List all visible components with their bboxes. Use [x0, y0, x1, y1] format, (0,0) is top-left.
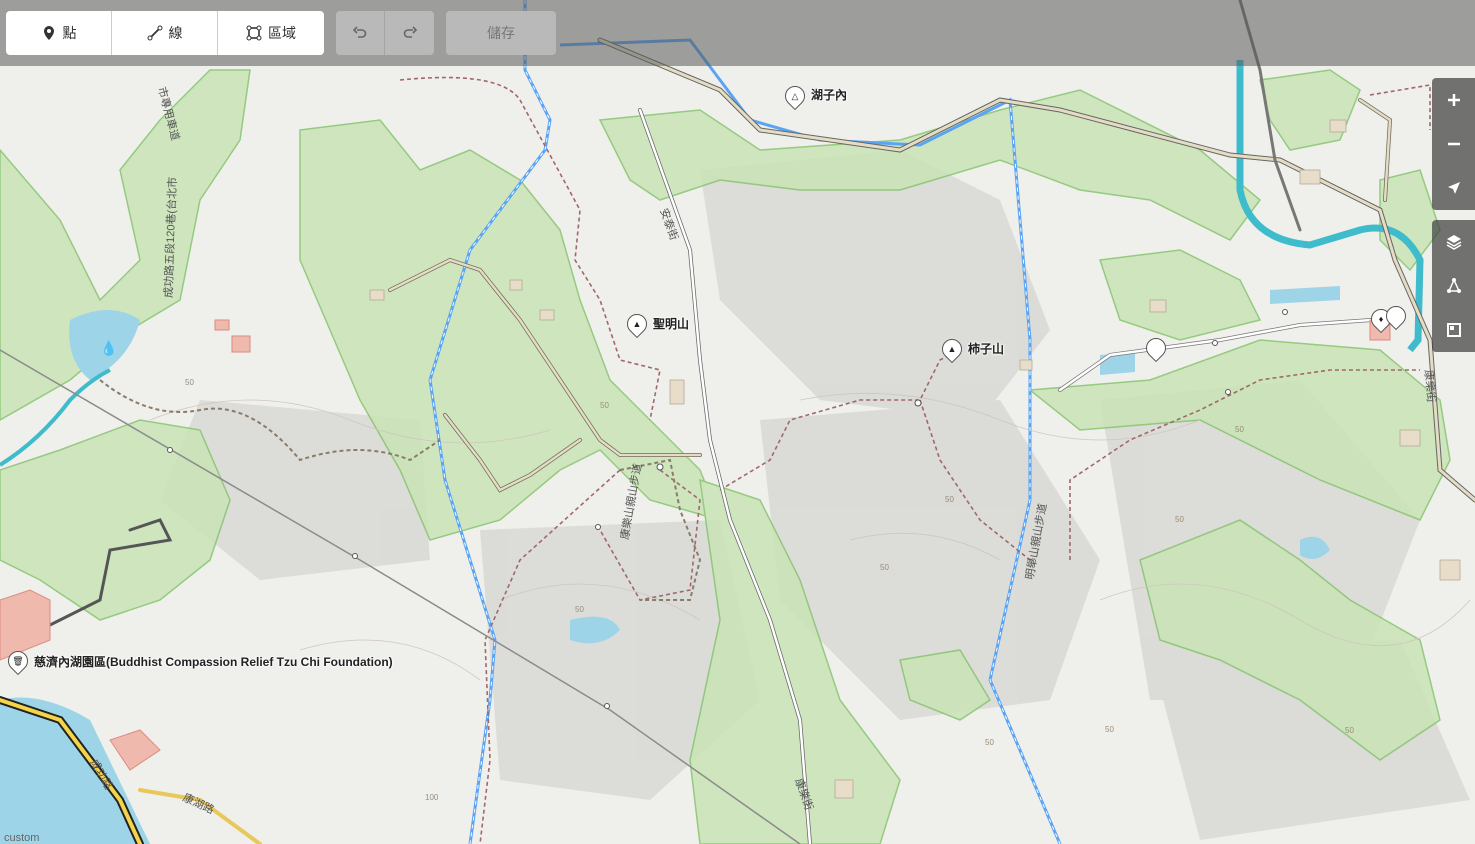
place-label-shengmingshan: 聖明山: [653, 317, 690, 331]
add-feature-group: 點 線 區域: [6, 11, 324, 55]
add-line-label: 線: [168, 25, 183, 41]
history-group: [336, 11, 434, 55]
add-area-label: 區域: [268, 25, 296, 41]
zoom-in-button[interactable]: [1432, 78, 1475, 122]
svg-text:50: 50: [1175, 515, 1184, 524]
zoom-controls: [1432, 78, 1475, 210]
layers-icon: [1446, 235, 1461, 250]
svg-text:50: 50: [185, 378, 194, 387]
undo-icon: [352, 26, 367, 38]
add-point-label: 點: [62, 25, 77, 41]
map-canvas[interactable]: 505050 505050 5010050 5050 成功路五段120巷(台北市…: [0, 0, 1475, 844]
issues-button[interactable]: [1432, 308, 1475, 352]
marker-icon: [1150, 342, 1162, 354]
svg-text:100: 100: [425, 793, 439, 802]
place-label-huzinei: 湖子內: [811, 88, 848, 102]
plus-icon: [1447, 94, 1460, 106]
svg-text:50: 50: [985, 738, 994, 747]
redo-icon: [403, 26, 417, 38]
map-data-icon: [1446, 278, 1461, 293]
peak-icon: ▲: [947, 344, 957, 354]
zoom-out-button[interactable]: [1432, 122, 1475, 166]
svg-text:50: 50: [1105, 725, 1114, 734]
layers-button[interactable]: [1432, 220, 1475, 264]
peak-icon: ▲: [632, 319, 642, 329]
svg-text:50: 50: [1235, 425, 1244, 434]
map-pin-icon: [43, 26, 54, 40]
add-area-button[interactable]: 區域: [218, 11, 324, 55]
area-icon: [246, 25, 262, 41]
minus-icon: [1447, 142, 1460, 146]
redo-button[interactable]: [385, 11, 434, 55]
map-attribution: custom: [4, 832, 40, 844]
triangle-outline-icon: △: [791, 90, 799, 101]
save-button[interactable]: 儲存: [446, 11, 556, 55]
map-data-button[interactable]: [1432, 264, 1475, 308]
line-icon: [147, 25, 162, 41]
bin-icon: 🗑: [12, 655, 24, 666]
svg-text:50: 50: [575, 605, 584, 614]
place-label-tzuchi: 慈濟內湖園區(Buddhist Compassion Relief Tzu Ch…: [34, 655, 393, 669]
add-line-button[interactable]: 線: [112, 11, 218, 55]
svg-text:50: 50: [880, 563, 889, 572]
svg-text:50: 50: [1345, 726, 1354, 735]
geolocate-button[interactable]: [1432, 166, 1475, 210]
inspect-icon: [1446, 323, 1461, 337]
svg-text:50: 50: [600, 401, 609, 410]
location-arrow-icon: [1447, 182, 1460, 194]
add-point-button[interactable]: 點: [6, 11, 112, 55]
marker-icon: [1390, 310, 1402, 322]
undo-button[interactable]: [336, 11, 385, 55]
svg-text:50: 50: [945, 495, 954, 504]
place-label-shizishan: 柿子山: [968, 342, 1005, 356]
water-drop-icon: 💧: [100, 340, 118, 356]
map-panel-controls: [1432, 220, 1475, 352]
